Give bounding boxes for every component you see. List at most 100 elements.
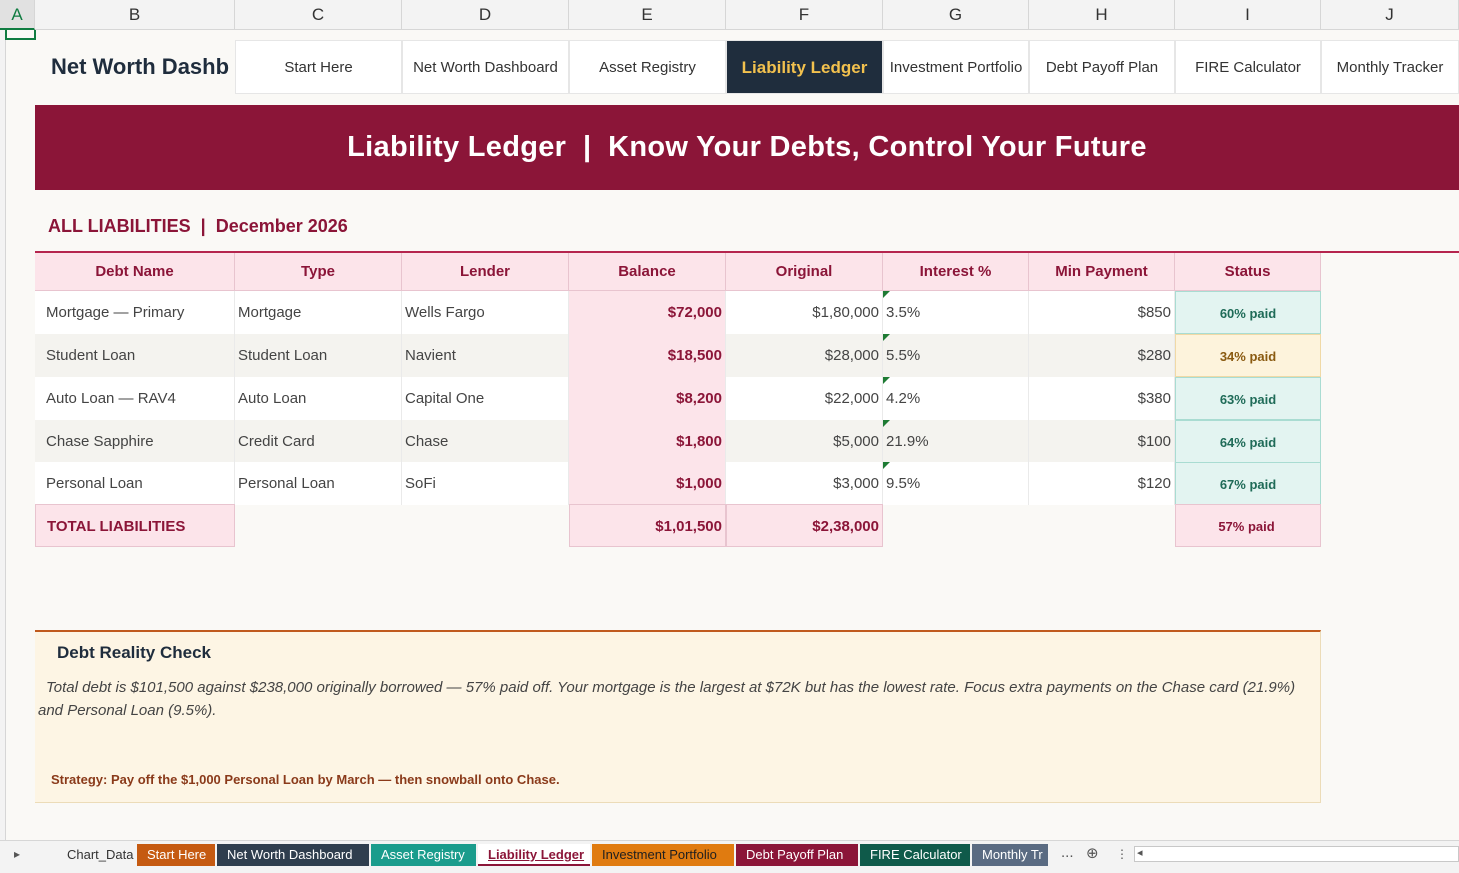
page-banner: Liability Ledger | Know Your Debts, Cont…	[35, 105, 1459, 190]
sheet-tab-monthly-tr[interactable]: Monthly Tr	[972, 844, 1048, 866]
cell-debt-name[interactable]: Auto Loan — RAV4	[35, 377, 235, 420]
cell-original[interactable]: $5,000	[726, 420, 883, 463]
spreadsheet-window: A B C D E F G H I J Net Worth Dashb Star…	[0, 0, 1459, 873]
cell-lender[interactable]: Navient	[402, 334, 569, 377]
cell-debt-name[interactable]: Personal Loan	[35, 462, 235, 505]
nav-start-here[interactable]: Start Here	[235, 40, 402, 94]
cell-min-payment[interactable]: $100	[1029, 420, 1175, 463]
sheet-tab-start-here[interactable]: Start Here	[137, 844, 215, 866]
total-original[interactable]: $2,38,000	[726, 504, 883, 547]
cell-note-flag-icon	[883, 291, 890, 298]
header-type[interactable]: Type	[235, 253, 402, 291]
cell-type[interactable]: Auto Loan	[235, 377, 402, 420]
cell-original[interactable]: $28,000	[726, 334, 883, 377]
cell-lender[interactable]: Capital One	[402, 377, 569, 420]
total-balance[interactable]: $1,01,500	[569, 504, 726, 547]
cell-balance[interactable]: $18,500	[569, 334, 726, 377]
table-row: Student Loan Student Loan Navient $18,50…	[35, 334, 1321, 377]
total-status-badge[interactable]: 57% paid	[1175, 504, 1321, 547]
nav-investment-portfolio[interactable]: Investment Portfolio	[883, 40, 1029, 94]
table-row: Mortgage — Primary Mortgage Wells Fargo …	[35, 291, 1321, 334]
column-header-g[interactable]: G	[883, 0, 1029, 30]
header-min-payment[interactable]: Min Payment	[1029, 253, 1175, 291]
header-balance[interactable]: Balance	[569, 253, 726, 291]
add-sheet-icon[interactable]: ⊕	[1086, 844, 1099, 862]
column-header-j[interactable]: J	[1321, 0, 1459, 30]
cell-original[interactable]: $1,80,000	[726, 291, 883, 334]
cell-type[interactable]: Credit Card	[235, 420, 402, 463]
nav-liability-ledger[interactable]: Liability Ledger	[726, 40, 883, 94]
nav-net-worth-dashboard[interactable]: Net Worth Dashboard	[402, 40, 569, 94]
cell-note-flag-icon	[883, 462, 890, 469]
column-header-h[interactable]: H	[1029, 0, 1175, 30]
status-badge[interactable]: 63% paid	[1175, 377, 1321, 420]
status-badge[interactable]: 67% paid	[1175, 462, 1321, 505]
cell-note-flag-icon	[883, 377, 890, 384]
cell-note-flag-icon	[883, 420, 890, 427]
more-tabs-icon[interactable]: ...	[1061, 844, 1074, 861]
column-header-c[interactable]: C	[235, 0, 402, 30]
header-debt-name[interactable]: Debt Name	[35, 253, 235, 291]
cell-min-payment[interactable]: $280	[1029, 334, 1175, 377]
cell-lender[interactable]: Chase	[402, 420, 569, 463]
cell-lender[interactable]: SoFi	[402, 462, 569, 505]
sheet-tab-asset-registry[interactable]: Asset Registry	[371, 844, 476, 866]
cell-interest[interactable]: 21.9%	[883, 420, 1029, 463]
cell-balance[interactable]: $1,000	[569, 462, 726, 505]
nav-monthly-tracker[interactable]: Monthly Tracker	[1321, 40, 1459, 94]
scroll-tabs-right-icon[interactable]: ▸	[14, 847, 20, 861]
active-cell-indicator	[5, 30, 36, 40]
cell-balance[interactable]: $8,200	[569, 377, 726, 420]
scroll-left-icon[interactable]: ◂	[1137, 846, 1143, 859]
cell-min-payment[interactable]: $120	[1029, 462, 1175, 505]
sheet-tab-liability-ledger[interactable]: Liability Ledger	[478, 844, 590, 866]
nav-fire-calculator[interactable]: FIRE Calculator	[1175, 40, 1321, 94]
sheet-tab-debt-payoff-plan[interactable]: Debt Payoff Plan	[736, 844, 858, 866]
sheet-tab-net-worth-dashboard[interactable]: Net Worth Dashboard	[217, 844, 369, 866]
column-header-a[interactable]: A	[0, 0, 35, 30]
table-row: Chase Sapphire Credit Card Chase $1,800 …	[35, 420, 1321, 463]
column-header-b[interactable]: B	[35, 0, 235, 30]
cell-balance[interactable]: $1,800	[569, 420, 726, 463]
cell-interest[interactable]: 4.2%	[883, 377, 1029, 420]
sheet-tab-investment-portfolio[interactable]: Investment Portfolio	[592, 844, 734, 866]
cell-min-payment[interactable]: $380	[1029, 377, 1175, 420]
status-badge[interactable]: 64% paid	[1175, 420, 1321, 463]
header-status[interactable]: Status	[1175, 253, 1321, 291]
cell-original[interactable]: $3,000	[726, 462, 883, 505]
cell-type[interactable]: Personal Loan	[235, 462, 402, 505]
cell-debt-name[interactable]: Mortgage — Primary	[35, 291, 235, 334]
nav-debt-payoff-plan[interactable]: Debt Payoff Plan	[1029, 40, 1175, 94]
cell-balance[interactable]: $72,000	[569, 291, 726, 334]
splitter-handle-icon[interactable]: ⋮	[1116, 847, 1128, 861]
total-liabilities-label[interactable]: TOTAL LIABILITIES	[35, 504, 235, 547]
cell-type[interactable]: Student Loan	[235, 334, 402, 377]
status-badge[interactable]: 60% paid	[1175, 291, 1321, 334]
column-header-d[interactable]: D	[402, 0, 569, 30]
cell-debt-name[interactable]: Chase Sapphire	[35, 420, 235, 463]
cell-min-payment[interactable]: $850	[1029, 291, 1175, 334]
cell-interest[interactable]: 9.5%	[883, 462, 1029, 505]
header-original[interactable]: Original	[726, 253, 883, 291]
sheet-tab-chart-data[interactable]: Chart_Data	[57, 844, 135, 866]
sheet-tab-fire-calculator[interactable]: FIRE Calculator	[860, 844, 970, 866]
section-title: ALL LIABILITIES | December 2026	[48, 216, 348, 236]
cell-debt-name[interactable]: Student Loan	[35, 334, 235, 377]
brand-title: Net Worth Dashb	[51, 54, 230, 79]
cell-original[interactable]: $22,000	[726, 377, 883, 420]
reality-check-title: Debt Reality Check	[57, 643, 211, 662]
status-badge[interactable]: 34% paid	[1175, 334, 1321, 377]
table-row: Auto Loan — RAV4 Auto Loan Capital One $…	[35, 377, 1321, 420]
horizontal-scrollbar[interactable]: ◂	[1134, 846, 1459, 862]
cell-interest[interactable]: 5.5%	[883, 334, 1029, 377]
cell-lender[interactable]: Wells Fargo	[402, 291, 569, 334]
header-interest[interactable]: Interest %	[883, 253, 1029, 291]
column-header-e[interactable]: E	[569, 0, 726, 30]
cell-type[interactable]: Mortgage	[235, 291, 402, 334]
cell-interest[interactable]: 3.5%	[883, 291, 1029, 334]
reality-check-strategy: Strategy: Pay off the $1,000 Personal Lo…	[51, 772, 560, 787]
column-header-f[interactable]: F	[726, 0, 883, 30]
header-lender[interactable]: Lender	[402, 253, 569, 291]
column-header-i[interactable]: I	[1175, 0, 1321, 30]
nav-asset-registry[interactable]: Asset Registry	[569, 40, 726, 94]
